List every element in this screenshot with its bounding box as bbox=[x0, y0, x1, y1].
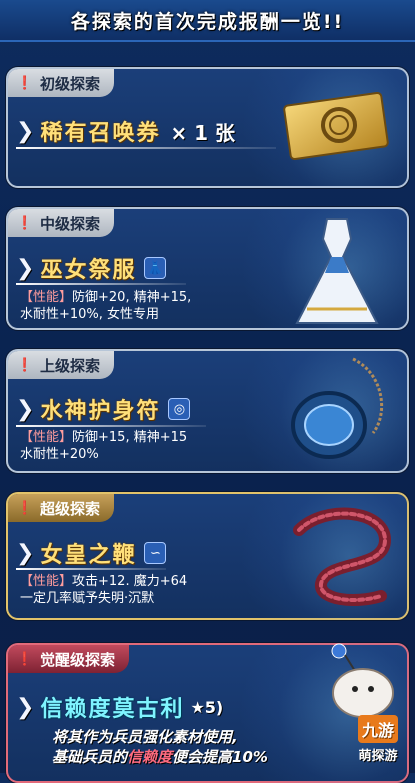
tier-label: 觉醒级探索 bbox=[40, 650, 116, 669]
item-name: 稀有召唤券 bbox=[40, 121, 161, 146]
item-name: 水神护身符 bbox=[40, 399, 161, 424]
exclamation-icon: ❗ bbox=[16, 75, 34, 91]
whip-icon: ∽ bbox=[144, 542, 167, 564]
armor-icon: 👗 bbox=[144, 257, 167, 279]
tier-tab: ❗ 中级探索 bbox=[8, 209, 115, 237]
tier-tab: ❗ 上级探索 bbox=[8, 351, 115, 379]
tier-label: 中级探索 bbox=[40, 214, 101, 233]
chevron-right-icon: ❯ bbox=[16, 694, 35, 720]
whip-art-icon bbox=[293, 507, 392, 606]
item-stats: 【性能】防御+20, 精神+15, 水耐性+10%, 女性专用 bbox=[20, 290, 192, 322]
chevron-right-icon: ❯ bbox=[16, 255, 35, 281]
item-quantity: × 1 张 bbox=[170, 120, 236, 145]
accessory-icon: ◎ bbox=[168, 398, 191, 420]
watermark-brand: 九游 bbox=[357, 714, 398, 743]
reward-card-beginner: ❗ 初级探索 ❯ 稀有召唤券 × 1 张 bbox=[6, 67, 409, 188]
item-name-row: ❯ 稀有召唤券 × 1 张 bbox=[16, 115, 235, 147]
exclamation-icon: ❗ bbox=[16, 215, 34, 231]
tier-label: 超级探索 bbox=[40, 499, 101, 518]
tier-tab: ❗ 超级探索 bbox=[8, 494, 115, 522]
amulet-icon bbox=[291, 357, 384, 459]
exclamation-icon: ❗ bbox=[16, 500, 34, 516]
reward-card-intermediate: ❗ 中级探索 ❯ 巫女祭服 👗 【性能】防御+20, 精神+15, 水耐性+10… bbox=[6, 207, 409, 330]
tier-label: 上级探索 bbox=[40, 356, 101, 375]
item-name-row: ❯ 水神护身符 ◎ bbox=[16, 393, 191, 425]
reward-card-advanced: ❗ 上级探索 ❯ 水神护身符 ◎ 【性能】防御+15, 精神+15 水耐性+20… bbox=[6, 349, 409, 473]
tier-tab: ❗ 觉醒级探索 bbox=[8, 645, 130, 673]
item-effect: 将其作为兵员强化素材使用, 基础兵员的信赖度便会提高10% bbox=[52, 728, 268, 766]
exclamation-icon: ❗ bbox=[16, 357, 34, 373]
chevron-right-icon: ❯ bbox=[16, 540, 35, 566]
item-stats: 【性能】防御+15, 精神+15 水耐性+20% bbox=[20, 430, 188, 462]
summon-ticket-icon bbox=[283, 91, 389, 161]
item-name: 信赖度莫古利 bbox=[40, 697, 185, 722]
star-rank: ★5) bbox=[190, 697, 224, 717]
chevron-right-icon: ❯ bbox=[16, 118, 35, 144]
site-watermark: 九游 萌探游 bbox=[345, 709, 411, 769]
page-header: 各探索的首次完成报酬一览!! bbox=[0, 0, 415, 42]
reward-card-super: ❗ 超级探索 ❯ 女皇之鞭 ∽ 【性能】攻击+12. 魔力+64 一定几率赋予失… bbox=[6, 492, 409, 620]
watermark-sub: 萌探游 bbox=[358, 748, 398, 764]
item-name-row: ❯ 信赖度莫古利 ★5) bbox=[16, 691, 223, 723]
page-title: 各探索的首次完成报酬一览!! bbox=[70, 10, 345, 33]
tier-tab: ❗ 初级探索 bbox=[8, 69, 115, 97]
exclamation-icon: ❗ bbox=[16, 651, 34, 667]
tier-label: 初级探索 bbox=[40, 74, 101, 93]
item-name-row: ❯ 巫女祭服 👗 bbox=[16, 252, 167, 284]
item-stats: 【性能】攻击+12. 魔力+64 一定几率赋予失明·沉默 bbox=[20, 574, 188, 606]
chevron-right-icon: ❯ bbox=[16, 396, 35, 422]
robe-icon bbox=[295, 218, 379, 324]
item-name: 巫女祭服 bbox=[40, 258, 137, 283]
item-name: 女皇之鞭 bbox=[40, 543, 137, 568]
item-name-row: ❯ 女皇之鞭 ∽ bbox=[16, 537, 167, 569]
